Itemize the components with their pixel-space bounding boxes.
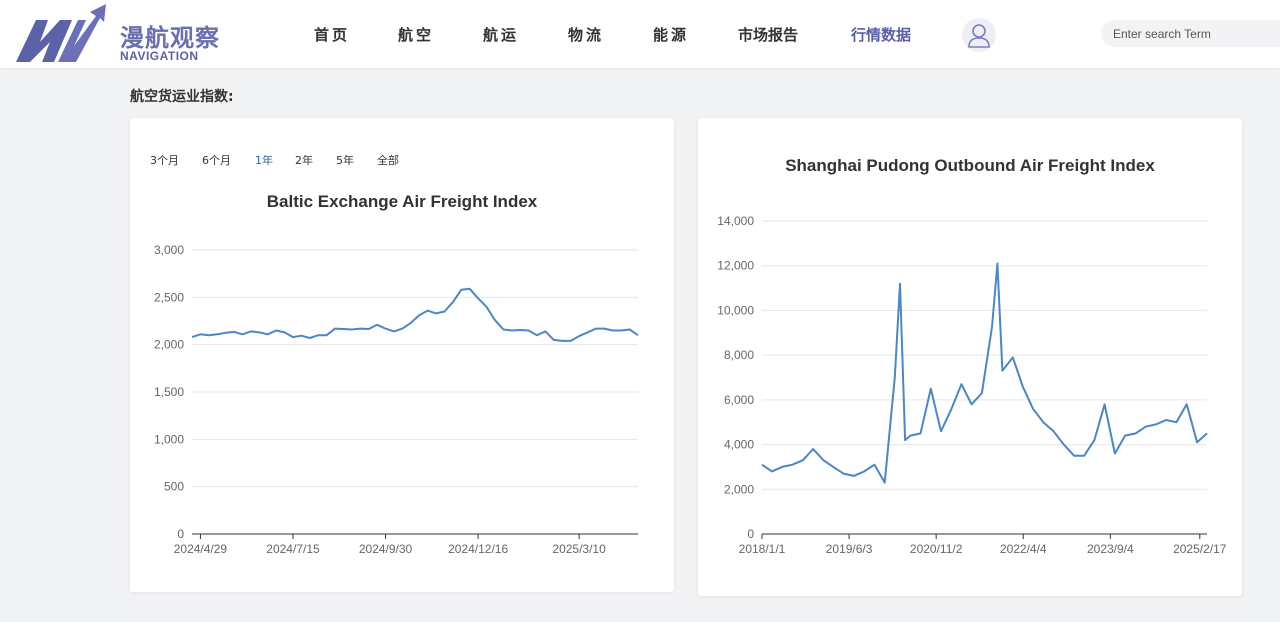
pudong-y-tick-label: 6,000 <box>724 393 754 407</box>
nav-item-market-data[interactable]: 行情数据 <box>851 24 911 45</box>
pudong-y-tick-label: 12,000 <box>717 259 754 273</box>
nav-item-home[interactable]: 首页 <box>314 24 350 45</box>
pudong-x-tick-label: 2025/2/17 <box>1173 542 1227 556</box>
baltic-y-tick-label: 500 <box>164 480 184 494</box>
baltic-y-tick-label: 1,500 <box>154 385 184 399</box>
logo-text-cn: 漫航观察 <box>120 24 220 52</box>
pudong-series-line <box>761 262 1208 484</box>
baltic-y-tick-label: 1,000 <box>154 432 184 446</box>
nav-item-market-report[interactable]: 市场报告 <box>738 24 798 45</box>
pudong-y-tick-label: 8,000 <box>724 348 754 362</box>
pudong-x-tick-label: 2019/6/3 <box>826 542 873 556</box>
pudong-x-tick-label: 2023/9/4 <box>1087 542 1134 556</box>
logo-text-en: NAVIGATION <box>120 49 199 63</box>
nav-item-shipping[interactable]: 航运 <box>483 24 519 45</box>
logo-mark-icon <box>16 4 106 62</box>
pudong-x-tick-label: 2022/4/4 <box>1000 542 1047 556</box>
user-icon[interactable] <box>962 18 996 52</box>
baltic-line-chart: 3,000 2,500 2,000 1,500 1,000 500 02024/4/29 20… <box>154 243 639 556</box>
search-input[interactable] <box>1101 20 1280 47</box>
baltic-x-tick-label: 2024/12/16 <box>448 542 508 556</box>
pudong-x-tick-label: 2018/1/1 <box>739 542 786 556</box>
site-logo[interactable]: 漫航观察 NAVIGATION <box>14 2 219 64</box>
baltic-x-tick-label: 2024/9/30 <box>359 542 413 556</box>
baltic-series-line <box>191 287 639 342</box>
section-title: 航空货运业指数: <box>130 89 234 105</box>
baltic-chart-card: 3个月 6个月 1年 2年 5年 全部 Baltic Exchange Air … <box>130 118 674 592</box>
nav-item-logistics[interactable]: 物流 <box>568 24 604 45</box>
baltic-x-tick-label: 2024/7/15 <box>266 542 320 556</box>
pudong-y-tick-label: 14,000 <box>717 214 754 228</box>
pudong-y-tick-label: 10,000 <box>717 303 754 317</box>
pudong-x-tick-label: 2020/11/2 <box>910 542 963 556</box>
baltic-y-tick-label: 0 <box>177 527 184 541</box>
nav-item-energy[interactable]: 能源 <box>653 24 689 45</box>
pudong-line-chart: 14,00012,00010,0008,0006,0004,0002,00002… <box>717 214 1227 556</box>
baltic-y-tick-label: 2,500 <box>154 290 184 304</box>
pudong-y-tick-label: 4,000 <box>724 438 754 452</box>
pudong-y-tick-label: 2,000 <box>724 482 754 496</box>
nav-item-aviation[interactable]: 航空 <box>398 24 434 45</box>
pudong-chart-card: Shanghai Pudong Outbound Air Freight Ind… <box>698 118 1242 596</box>
baltic-y-tick-label: 2,000 <box>154 338 184 352</box>
baltic-x-tick-label: 2025/3/10 <box>552 542 606 556</box>
pudong-y-tick-label: 0 <box>747 527 754 541</box>
site-header: 漫航观察 NAVIGATION 首页 航空 航运 物流 能源 市场报告 行情数据 <box>0 0 1280 68</box>
baltic-y-tick-label: 3,000 <box>154 243 184 257</box>
baltic-x-tick-label: 2024/4/29 <box>174 542 228 556</box>
